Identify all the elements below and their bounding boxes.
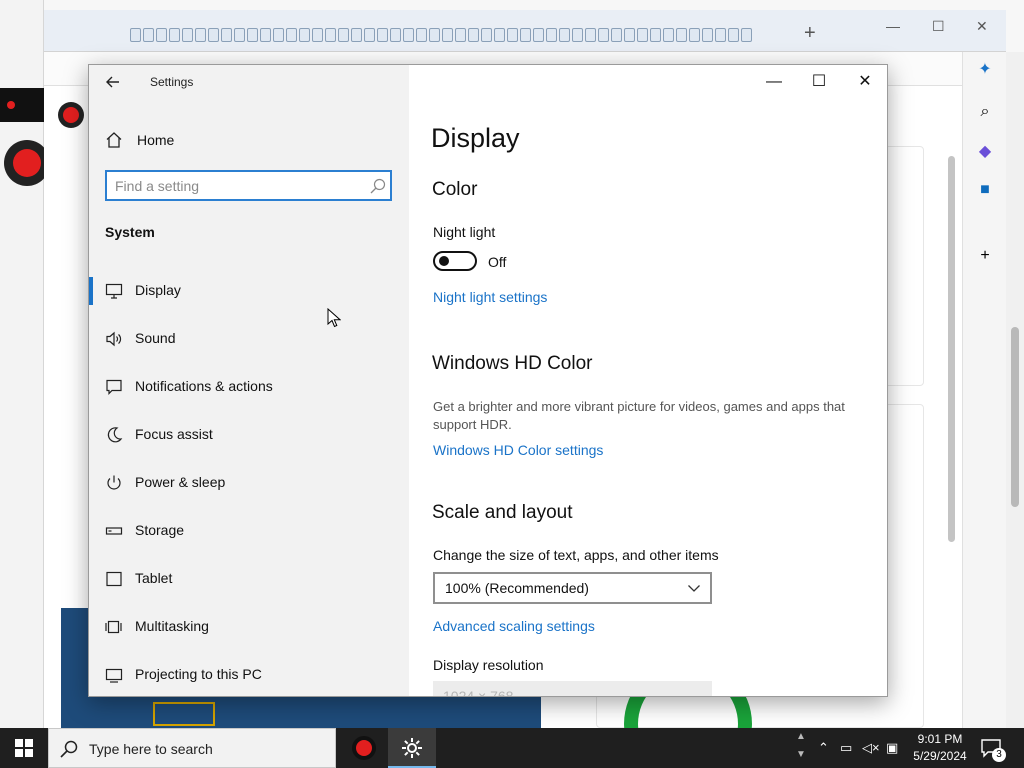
tablet-icon [106, 571, 122, 587]
recorder-bar [0, 88, 44, 122]
taskbar-search-text: Type here to search [89, 741, 213, 757]
search-icon [370, 178, 386, 194]
notification-count-badge: 3 [992, 748, 1006, 762]
tools-icon[interactable]: ◆ [975, 142, 995, 162]
search-icon[interactable]: ⌕ [975, 102, 995, 122]
resolution-dropdown-value: 1024 × 768 [443, 688, 514, 697]
resolution-label: Display resolution [433, 657, 544, 673]
page-scrollbar[interactable] [946, 146, 958, 728]
nav-item-multitasking[interactable]: Multitasking [89, 603, 409, 651]
chevron-down-icon [688, 585, 700, 592]
gear-icon [402, 738, 422, 758]
system-section-header: System [105, 224, 155, 240]
color-section-title: Color [432, 179, 478, 200]
browser-minimize-icon[interactable]: — [886, 18, 900, 34]
nav-item-label: Display [135, 282, 181, 298]
advanced-scaling-link[interactable]: Advanced scaling settings [433, 618, 595, 634]
show-hidden-icons-chevron-up-icon[interactable]: ⌃ [818, 740, 829, 756]
nav-item-tablet[interactable]: Tablet [89, 555, 409, 603]
record-button-small[interactable] [58, 102, 84, 128]
browser-scrollbar[interactable] [1006, 52, 1024, 728]
browser-close-icon[interactable]: ✕ [976, 18, 988, 35]
mouse-pointer-icon [327, 308, 341, 328]
night-light-state: Off [488, 254, 507, 270]
settings-nav-pane: Settings Home System Display Sound Notif… [89, 65, 409, 696]
search-icon [60, 740, 78, 758]
home-label: Home [137, 132, 175, 148]
display-settings-pane: — ☐ ✕ Display Color Night light Off Nigh… [409, 65, 887, 697]
nav-item-label: Storage [135, 522, 185, 538]
add-sidebar-icon[interactable]: + [975, 246, 995, 266]
maximize-button[interactable]: ☐ [804, 71, 834, 93]
edge-sidebar: ✦ ⌕ ◆ ■ + [962, 52, 1006, 728]
night-light-label: Night light [433, 224, 496, 240]
night-light-toggle[interactable] [433, 251, 477, 271]
projector-icon [105, 668, 123, 683]
resolution-dropdown[interactable]: 1024 × 768 [433, 681, 712, 697]
scale-dropdown-value: 100% (Recommended) [445, 580, 589, 596]
hd-color-description: Get a brighter and more vibrant picture … [433, 399, 845, 432]
hd-color-settings-link[interactable]: Windows HD Color settings [433, 442, 603, 458]
taskbar-settings-app[interactable] [388, 728, 436, 768]
page-scroll-arrows[interactable]: ▲ ▼ [794, 728, 808, 768]
drive-icon [105, 527, 123, 535]
page-title: Display [431, 123, 520, 153]
nav-item-focus-assist[interactable]: Focus assist [89, 411, 409, 459]
multitasking-icon [105, 620, 122, 634]
taskbar-search-box[interactable]: Type here to search [48, 728, 336, 768]
outlook-icon[interactable]: ■ [975, 180, 995, 200]
speaker-icon [106, 331, 122, 347]
taskbar: Type here to search ⌃ ▭ ◁× ▣ 9:01 PM 5/2… [0, 728, 1024, 768]
nav-item-display[interactable]: Display [89, 267, 409, 315]
settings-window: Settings Home System Display Sound Notif… [88, 64, 888, 697]
settings-search-box[interactable] [105, 170, 392, 201]
new-tab-icon[interactable]: + [804, 22, 816, 45]
system-nav-list: Display Sound Notifications & actions Fo… [89, 267, 409, 696]
taskbar-recorder-app[interactable] [340, 728, 388, 768]
nav-item-label: Multitasking [135, 618, 209, 634]
clock-time: 9:01 PM [917, 732, 963, 746]
arrow-left-icon [106, 76, 119, 88]
browser-maximize-icon[interactable]: ☐ [932, 18, 945, 35]
clock-date: 5/29/2024 [913, 749, 967, 763]
copilot-icon[interactable]: ✦ [975, 60, 995, 80]
window-title: Settings [150, 75, 194, 89]
moon-icon [107, 427, 123, 443]
nav-item-storage[interactable]: Storage [89, 507, 409, 555]
minimize-button[interactable]: — [759, 71, 789, 93]
nav-item-sound[interactable]: Sound [89, 315, 409, 363]
back-button[interactable] [101, 71, 125, 93]
hd-color-section-title: Windows HD Color [432, 353, 593, 374]
browser-tab-favicons[interactable] [130, 24, 752, 48]
start-button[interactable] [0, 728, 48, 768]
scale-dropdown[interactable]: 100% (Recommended) [433, 572, 712, 604]
display-icon[interactable]: ▣ [886, 740, 898, 756]
home-nav-item[interactable]: Home [105, 129, 174, 151]
nav-item-notifications[interactable]: Notifications & actions [89, 363, 409, 411]
network-icon[interactable]: ▭ [840, 740, 852, 756]
taskbar-clock[interactable]: 9:01 PM 5/29/2024 [902, 731, 978, 765]
scale-label: Change the size of text, apps, and other… [433, 547, 719, 563]
record-icon [352, 736, 376, 760]
volume-muted-icon[interactable]: ◁× [862, 740, 880, 756]
nav-item-label: Notifications & actions [135, 378, 273, 394]
home-icon [106, 132, 122, 148]
nav-item-label: Tablet [135, 570, 173, 586]
nav-item-label: Focus assist [135, 426, 213, 442]
scale-layout-section-title: Scale and layout [432, 502, 573, 523]
nav-item-power-sleep[interactable]: Power & sleep [89, 459, 409, 507]
windows-logo-icon [15, 739, 33, 757]
close-button[interactable]: ✕ [850, 71, 880, 93]
message-icon [106, 379, 122, 395]
power-icon [107, 475, 121, 490]
nav-item-label: Power & sleep [135, 474, 226, 490]
nav-item-label: Sound [135, 330, 176, 346]
night-light-settings-link[interactable]: Night light settings [433, 289, 547, 305]
title-bar: Settings [89, 65, 409, 99]
monitor-icon [105, 283, 123, 299]
nav-item-projecting[interactable]: Projecting to this PC [89, 651, 409, 696]
nav-item-label: Projecting to this PC [135, 666, 262, 682]
settings-search-input[interactable] [115, 176, 360, 196]
